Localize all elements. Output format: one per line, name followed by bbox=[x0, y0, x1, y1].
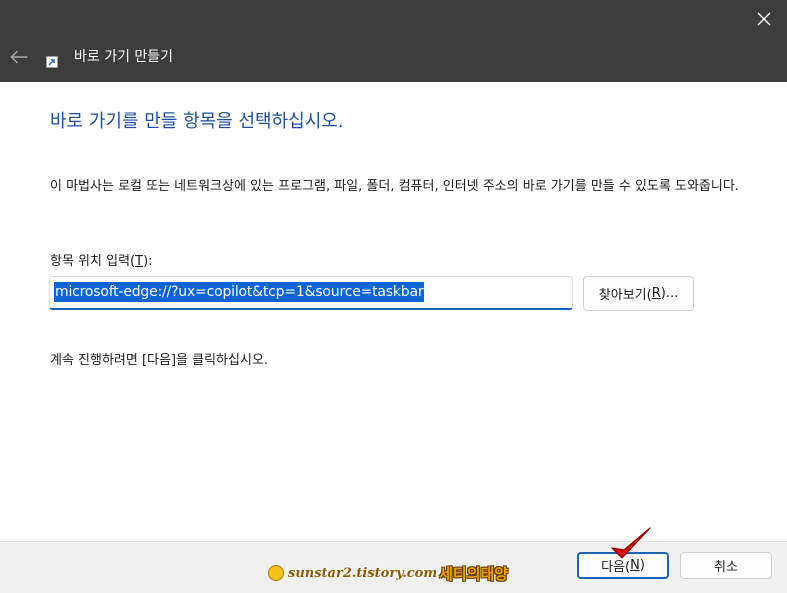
shortcut-icon bbox=[46, 56, 58, 68]
close-button[interactable] bbox=[741, 0, 787, 38]
page-heading: 바로 가기를 만들 항목을 선택하십시오. bbox=[50, 111, 344, 132]
smiley-icon bbox=[268, 565, 284, 581]
watermark-name: 세티의태양 bbox=[439, 564, 509, 583]
location-input[interactable]: microsoft-edge://?ux=copilot&tcp=1&sourc… bbox=[49, 276, 573, 310]
location-input-value: microsoft-edge://?ux=copilot&tcp=1&sourc… bbox=[54, 282, 425, 302]
arrow-left-icon bbox=[10, 50, 28, 64]
continue-instruction: 계속 진행하려면 [다음]을 클릭하십시오. bbox=[50, 353, 269, 368]
wizard-description: 이 마법사는 로컬 또는 네트워크상에 있는 프로그램, 파일, 폴더, 컴퓨터… bbox=[50, 179, 739, 194]
cancel-button[interactable]: 취소 bbox=[680, 552, 772, 579]
location-field-label: 항목 위치 입력(T): bbox=[50, 254, 153, 269]
browse-button[interactable]: 찾아보기(R)... bbox=[583, 276, 694, 311]
close-icon bbox=[757, 12, 771, 26]
checkmark-icon bbox=[611, 527, 651, 559]
wizard-title: 바로 가기 만들기 bbox=[74, 49, 174, 65]
title-bar: 바로 가기 만들기 bbox=[0, 0, 787, 82]
create-shortcut-window: 바로 가기 만들기 바로 가기를 만들 항목을 선택하십시오. 이 마법사는 로… bbox=[0, 0, 787, 593]
watermark-site: sunstar2.tistory.com bbox=[288, 565, 438, 581]
blog-watermark: sunstar2.tistory.com 세티의태양 bbox=[268, 561, 508, 585]
back-button[interactable] bbox=[6, 44, 32, 70]
